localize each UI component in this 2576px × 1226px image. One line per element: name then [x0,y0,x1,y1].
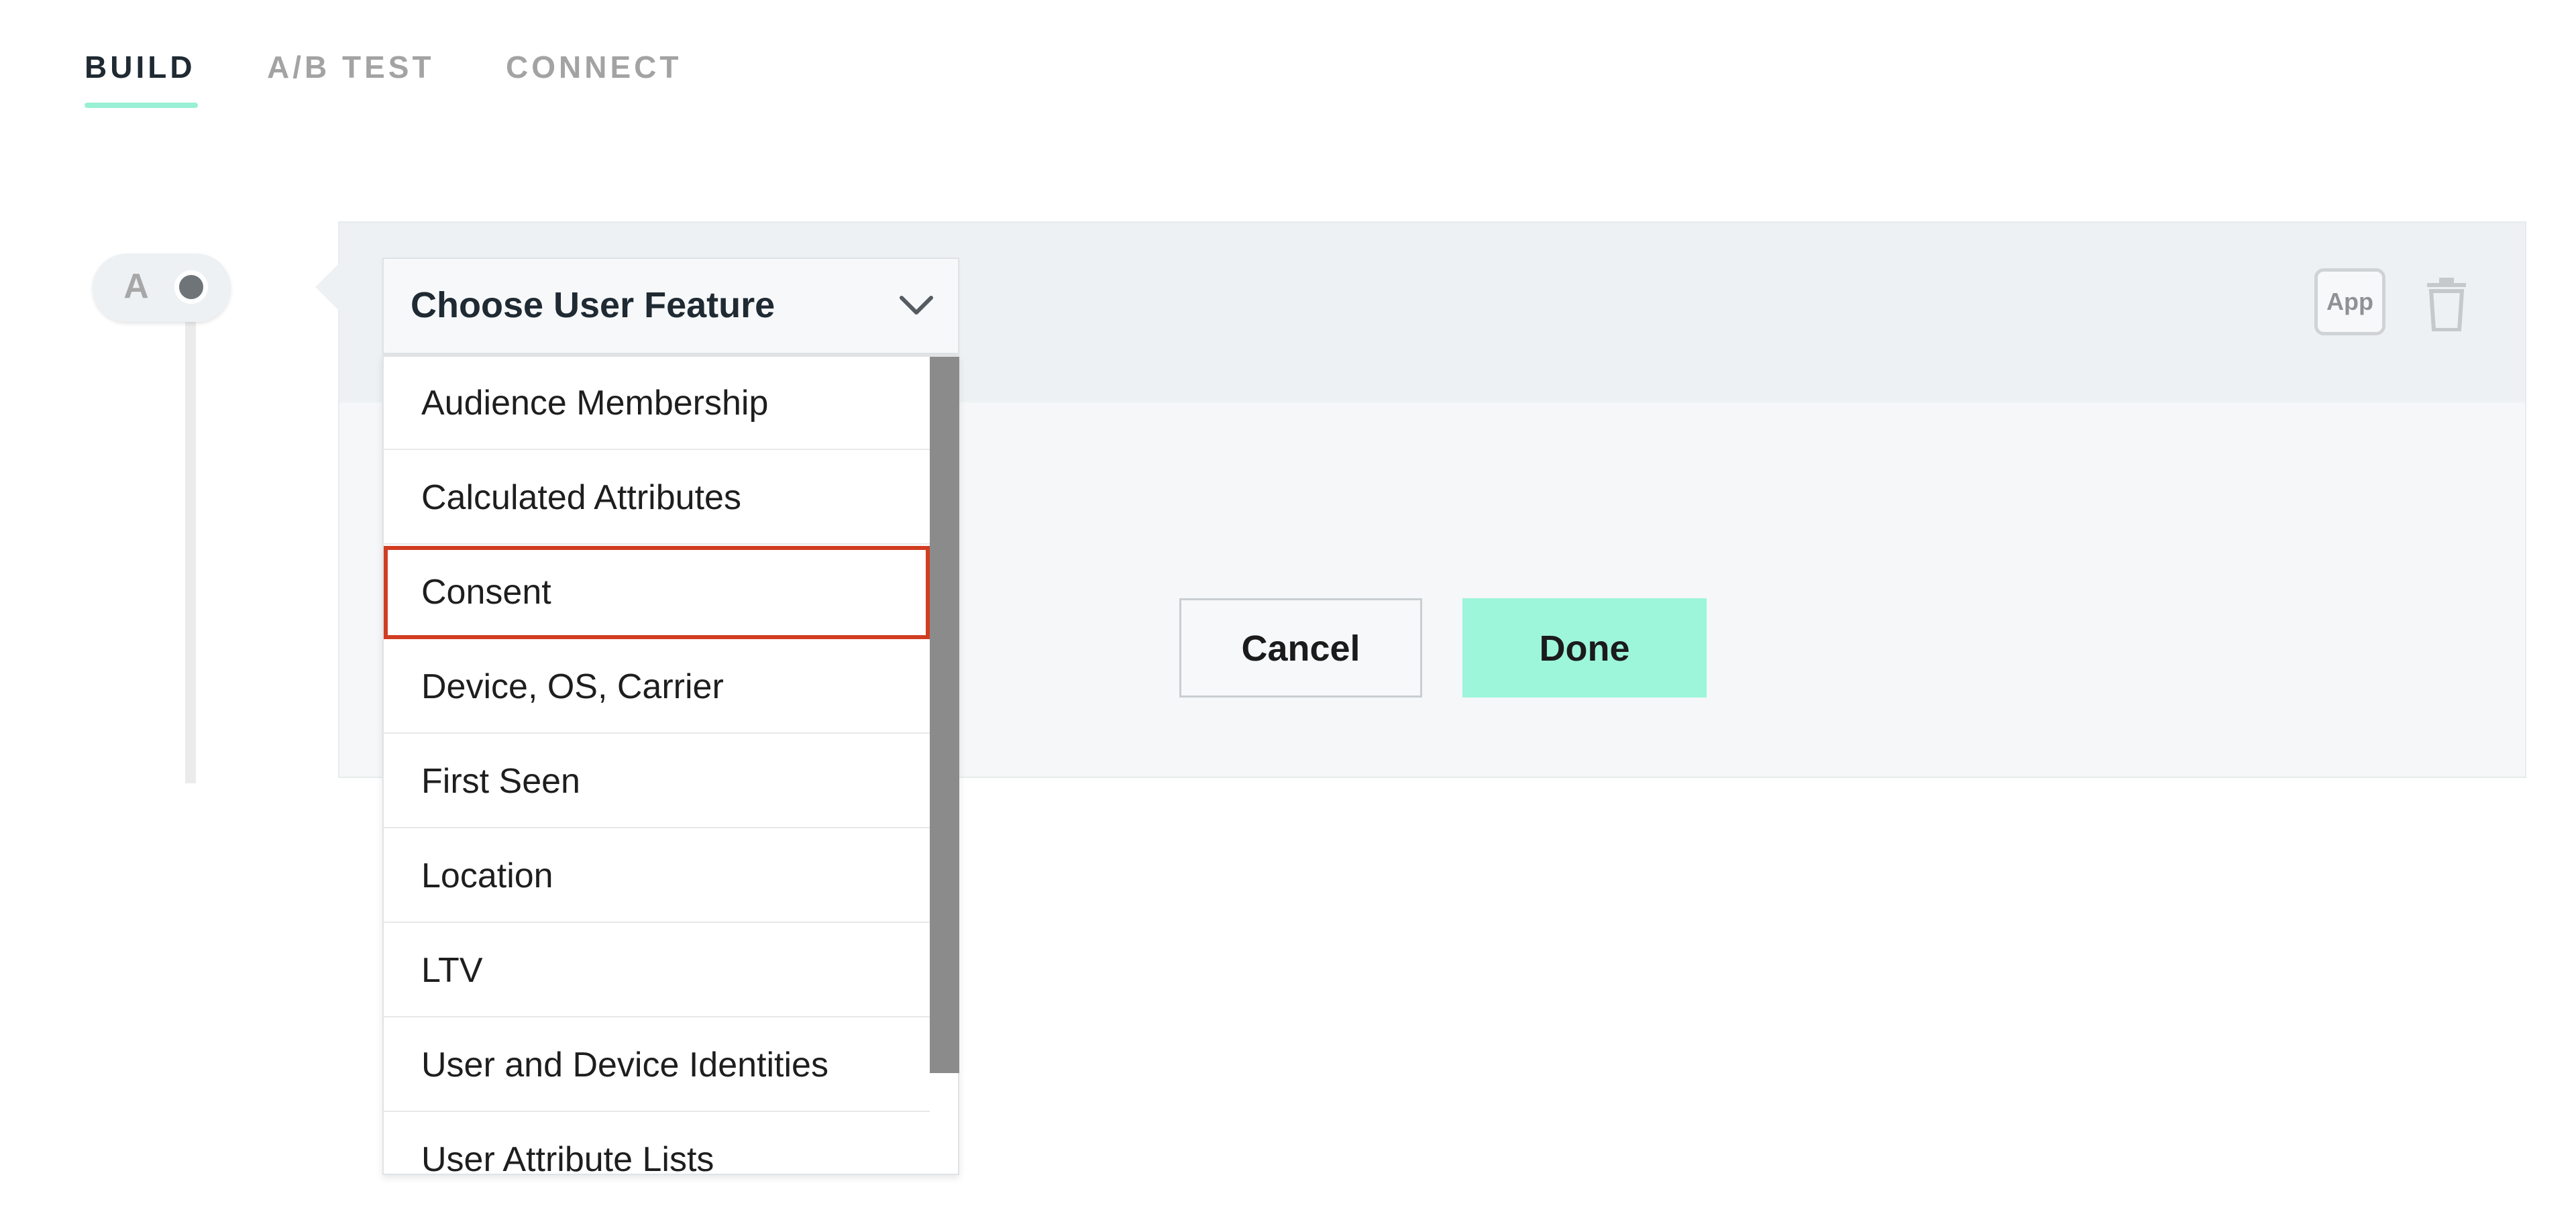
tab-connect[interactable]: CONNECT [506,47,682,87]
tab-ab-test[interactable]: A/B TEST [267,47,435,87]
chevron-down-icon[interactable] [896,288,936,322]
list-item-highlighted[interactable]: Consent [384,546,930,639]
feature-dropdown-label: Choose User Feature [411,285,775,325]
dropdown-scrollbar[interactable] [930,357,959,1073]
variant-letter: A [123,267,149,306]
list-item[interactable]: Device, OS, Carrier [384,640,930,734]
list-item[interactable]: User and Device Identities [384,1019,930,1112]
timeline-line [185,321,196,783]
card-pointer-arrow [315,263,339,311]
list-item[interactable]: LTV [384,924,930,1017]
app-button[interactable]: App [2314,268,2385,335]
list-item[interactable]: First Seen [384,735,930,828]
tab-build[interactable]: BUILD [85,47,196,87]
feature-dropdown-list: Audience Membership Calculated Attribute… [382,355,959,1175]
trash-icon[interactable] [2423,278,2470,332]
cancel-button[interactable]: Cancel [1179,598,1422,698]
list-item[interactable]: User Attribute Lists [384,1113,958,1174]
done-button[interactable]: Done [1462,598,1707,698]
list-item[interactable]: Location [384,830,930,923]
variant-dot-icon [174,270,208,304]
list-item[interactable]: Calculated Attributes [384,451,930,545]
active-tab-indicator [85,103,198,108]
variant-pill[interactable] [93,254,231,322]
list-item[interactable]: Audience Membership [384,357,930,450]
